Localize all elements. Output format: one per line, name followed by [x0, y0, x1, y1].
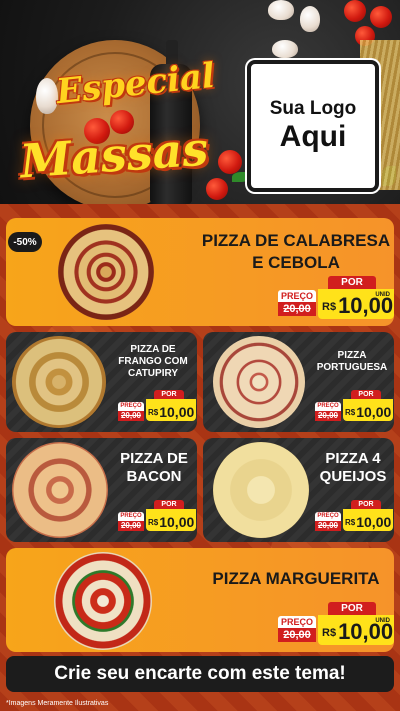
price-tag: PREÇO 20,00 POR R$ 10,00: [315, 500, 393, 534]
pizza-bacon-image: [12, 442, 108, 538]
product-card-marguerita: PIZZA MARGUERITA PREÇO 20,00 POR R$ 10,0…: [6, 548, 394, 652]
price-tag: PREÇO 20,00 POR R$ 10,00: [118, 390, 196, 424]
product-name: PIZZA 4 QUEIJOS: [319, 450, 387, 485]
price-tag: PREÇO 20,00 POR R$ 10,00: [315, 390, 393, 424]
logo-text-line2: Aqui: [279, 120, 347, 153]
price-tag: PREÇO 20,00 POR R$ 10,00 UNID: [278, 602, 394, 648]
pizza-marguerita-image: [54, 552, 152, 650]
product-card-calabresa: PIZZA DE CALABRESA E CEBOLA PREÇO 20,00 …: [6, 218, 394, 326]
product-card-portuguesa: PIZZA PORTUGUESA PREÇO 20,00 POR R$ 10,0…: [203, 332, 394, 432]
header-banner: Especial Massas Sua Logo Aqui: [0, 0, 400, 204]
pizza-frango-image: [12, 336, 106, 428]
product-card-frango: PIZZA DE FRANGO COM CATUPIRY PREÇO 20,00…: [6, 332, 197, 432]
price-tag: PREÇO 20,00 POR R$ 10,00: [118, 500, 196, 534]
discount-badge: -50%: [8, 232, 42, 252]
pizza-portuguesa-image: [213, 336, 305, 428]
product-name: PIZZA MARGUERITA: [212, 569, 380, 588]
logo-text-line1: Sua Logo: [269, 98, 357, 119]
product-card-4-queijos: PIZZA 4 QUEIJOS PREÇO 20,00 POR R$ 10,00: [203, 438, 394, 542]
pizza-calabresa-image: [58, 224, 154, 320]
cta-banner[interactable]: Crie seu encarte com este tema!: [6, 656, 394, 692]
product-name: PIZZA DE BACON: [120, 450, 188, 485]
product-name: PIZZA DE CALABRESA E CEBOLA: [201, 231, 391, 272]
pizza-4-queijos-image: [213, 442, 309, 538]
product-name: PIZZA DE FRANGO COM CATUPIRY: [118, 344, 188, 379]
product-card-bacon: PIZZA DE BACON PREÇO 20,00 POR R$ 10,00: [6, 438, 197, 542]
product-name: PIZZA PORTUGUESA: [316, 350, 388, 373]
price-tag: PREÇO 20,00 POR R$ 10,00 UNID: [278, 276, 394, 322]
logo-placeholder: Sua Logo Aqui: [247, 60, 379, 192]
footnote: *Imagens Meramente Ilustrativas: [6, 700, 109, 707]
